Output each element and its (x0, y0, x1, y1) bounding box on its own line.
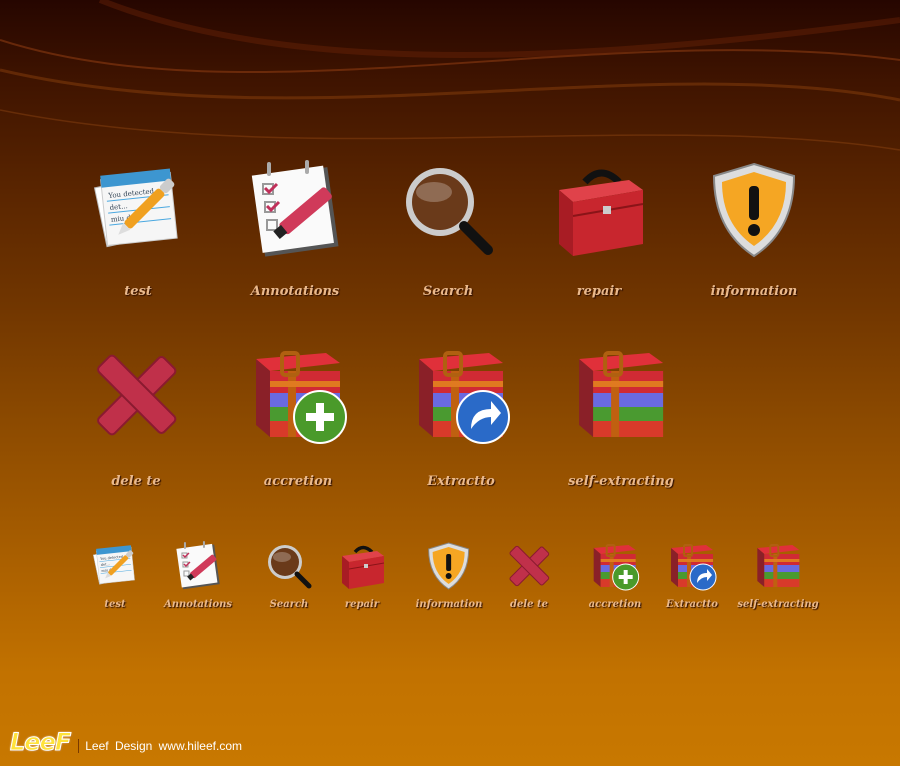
archive-extract-icon (419, 351, 510, 444)
icon-label: Search (422, 284, 474, 299)
icon-tile-self-extracting[interactable]: self-extracting (568, 345, 674, 489)
footer-credit: Leef Design www.hileef.com (85, 739, 242, 753)
icon-tile-dele-te[interactable]: dele te (86, 345, 186, 489)
icon-label: self-extracting (737, 599, 819, 610)
icon-label: Extractto (427, 474, 495, 489)
checklist-marker-icon (176, 541, 220, 590)
red-x-icon (509, 545, 550, 587)
icon-label: test (104, 599, 126, 610)
warning-shield-icon (712, 162, 796, 258)
icon-tile-extractto[interactable]: Extractto (666, 541, 718, 610)
icon-label: repair (344, 599, 380, 610)
icon-tile-information[interactable]: information (704, 160, 804, 299)
archive-icon (578, 351, 663, 437)
warning-shield-icon (428, 542, 470, 590)
icon-label: accretion (263, 474, 333, 489)
icon-tile-information[interactable]: information (415, 541, 483, 610)
icon-label: information (415, 599, 483, 610)
icon-label: Extractto (666, 599, 718, 610)
red-x-icon (97, 354, 177, 436)
leef-logo: LeeF (9, 728, 71, 757)
magnifier-icon (268, 545, 312, 589)
magnifier-icon (406, 168, 493, 255)
icon-label: accretion (588, 599, 642, 610)
icon-tile-accretion[interactable]: accretion (248, 345, 348, 489)
icon-label: test (124, 284, 152, 299)
footer: LeeF Leef Design www.hileef.com (9, 728, 242, 757)
icon-tile-self-extracting[interactable]: self-extracting (737, 541, 819, 610)
archive-add-icon (256, 351, 347, 444)
icon-tile-repair[interactable]: repair (337, 541, 387, 610)
icon-tile-search[interactable]: Search (398, 160, 498, 299)
icon-label: repair (576, 284, 622, 299)
toolbox-icon (559, 169, 644, 256)
icon-label: self-extracting (568, 474, 674, 489)
archive-extract-icon (670, 544, 717, 591)
archive-icon (756, 544, 799, 587)
toolbox-icon (342, 545, 385, 589)
icon-tile-search[interactable]: Search (264, 541, 314, 610)
archive-add-icon (594, 544, 640, 591)
icon-tile-repair[interactable]: repair (549, 160, 649, 299)
notepad-pen-icon: You detected det... miu de... (93, 168, 178, 248)
icon-tile-annotations[interactable]: Annotations (245, 160, 345, 299)
icon-tile-dele-te[interactable]: dele te (504, 541, 554, 610)
notepad-pen-icon: You detected det... miu de... (92, 545, 135, 585)
icon-tile-annotations[interactable]: Annotations (164, 541, 232, 610)
icon-label: dele te (510, 599, 548, 610)
icon-label: Annotations (250, 284, 340, 299)
icon-label: Search (269, 599, 309, 610)
icon-tile-accretion[interactable]: accretion (588, 541, 642, 610)
icon-tile-test[interactable]: You detected det... miu de... test (88, 160, 188, 299)
icon-tile-test[interactable]: You detected det... miu de... test (90, 541, 140, 610)
icon-label: information (710, 284, 798, 299)
icon-tile-extractto[interactable]: Extractto (411, 345, 511, 489)
checklist-marker-icon (251, 160, 339, 257)
icon-label: dele te (111, 474, 161, 489)
icon-label: Annotations (163, 599, 233, 610)
footer-divider (78, 739, 80, 753)
